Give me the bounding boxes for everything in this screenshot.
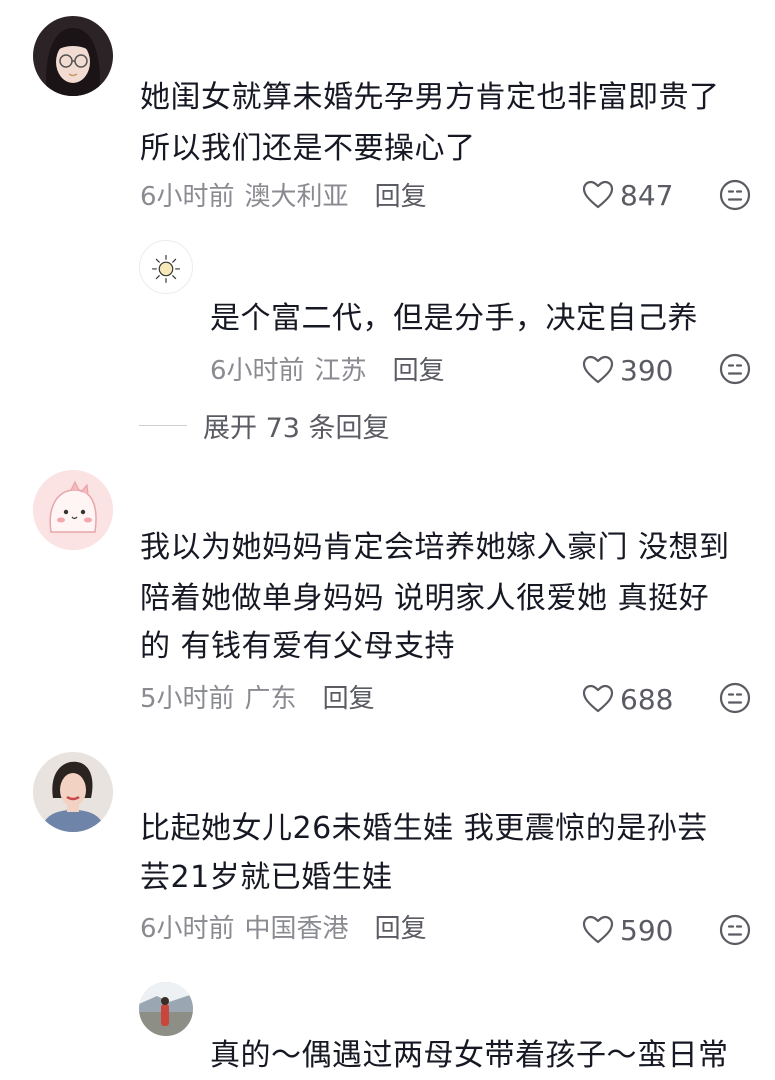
- reply-1-text: 是个富二代，但是分手，决定自己养: [210, 301, 698, 336]
- comment-3-like-button[interactable]: 590: [582, 910, 673, 950]
- comment-1-avatar[interactable]: [33, 16, 113, 96]
- meh-face-icon: [719, 353, 751, 385]
- heart-outline-icon: [582, 684, 614, 713]
- heart-outline-icon: [582, 355, 614, 384]
- reply-1-dislike-button[interactable]: [719, 353, 751, 385]
- comment-3-text-line-1: 比起她女儿26未婚生娃 我更震惊的是孙芸: [140, 811, 708, 846]
- meh-face-icon: [719, 682, 751, 714]
- expand-divider: [139, 424, 187, 426]
- comment-2-meta: 5小时前 广东 回复: [140, 676, 375, 716]
- comment-3-text-line-2: 芸21岁就已婚生娃: [140, 860, 393, 895]
- comment-3-dislike-button[interactable]: [719, 914, 751, 946]
- reply-1-time: 6小时前: [210, 355, 305, 386]
- woman-portrait-avatar-icon: [33, 752, 113, 832]
- comment-3-meta: 6小时前 中国香港 回复: [140, 906, 427, 946]
- reply-1-avatar[interactable]: [139, 240, 193, 294]
- comment-2-location: 广东: [244, 683, 297, 714]
- comment-2-dislike-button[interactable]: [719, 682, 751, 714]
- comment-3-location: 中国香港: [244, 913, 349, 944]
- reply-1-reply-button[interactable]: 回复: [393, 350, 445, 387]
- comment-1-time: 6小时前: [140, 181, 235, 212]
- comment-2-text-line-1: 我以为她妈妈肯定会培养她嫁入豪门 没想到: [140, 530, 730, 565]
- reply-2-avatar[interactable]: [139, 982, 193, 1036]
- comment-3-avatar[interactable]: [33, 752, 113, 832]
- comment-1-reply-button[interactable]: 回复: [375, 176, 427, 213]
- comment-1-like-count: 847: [620, 178, 674, 212]
- expand-replies-button[interactable]: 展开 73 条回复: [139, 405, 390, 445]
- heart-outline-icon: [582, 180, 614, 209]
- meh-face-icon: [719, 914, 751, 946]
- anime-girl-glasses-avatar-icon: [33, 16, 113, 96]
- outdoor-photo-avatar-icon: [139, 982, 193, 1036]
- comment-feed: 她闺女就算未婚先孕男方肯定也非富即贵了 所以我们还是不要操心了 6小时前 澳大利…: [0, 0, 775, 1080]
- expand-replies-label: 展开 73 条回复: [203, 412, 390, 444]
- meh-face-icon: [719, 179, 751, 211]
- comment-1-like-button[interactable]: 847: [582, 175, 673, 215]
- reply-1-like-button[interactable]: 390: [582, 350, 673, 390]
- comment-2-like-button[interactable]: 688: [582, 679, 673, 719]
- comment-1-text-line-2: 所以我们还是不要操心了: [140, 131, 476, 166]
- comment-2-time: 5小时前: [140, 683, 235, 714]
- comment-2-text-line-2: 陪着她做单身妈妈 说明家人很爱她 真挺好: [140, 581, 710, 616]
- comment-2-text-line-3: 的 有钱有爱有父母支持: [140, 629, 456, 664]
- heart-outline-icon: [582, 915, 614, 944]
- comment-1-dislike-button[interactable]: [719, 179, 751, 211]
- reply-1-location: 江苏: [314, 355, 367, 386]
- sun-sketch-avatar-icon: [151, 254, 181, 283]
- comment-3-time: 6小时前: [140, 913, 235, 944]
- comment-3-reply-button[interactable]: 回复: [375, 908, 427, 945]
- comment-1-location: 澳大利亚: [244, 181, 349, 212]
- comment-2-like-count: 688: [620, 682, 674, 716]
- reply-2-text: 真的～偶遇过两母女带着孩子～蛮日常: [210, 1038, 729, 1073]
- reply-1-like-count: 390: [620, 353, 674, 387]
- comment-1-meta: 6小时前 澳大利亚 回复: [140, 174, 427, 214]
- comment-2-avatar[interactable]: [33, 470, 113, 550]
- comment-3-like-count: 590: [620, 913, 674, 947]
- pink-dino-avatar-icon: [33, 470, 113, 550]
- comment-1-text-line-1: 她闺女就算未婚先孕男方肯定也非富即贵了: [140, 80, 720, 115]
- reply-1-meta: 6小时前 江苏 回复: [210, 348, 445, 388]
- comment-2-reply-button[interactable]: 回复: [323, 678, 375, 715]
